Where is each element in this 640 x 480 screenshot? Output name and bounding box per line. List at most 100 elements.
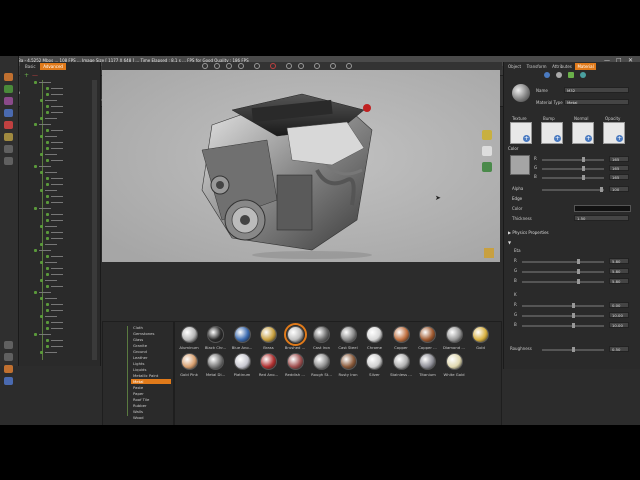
search-icon[interactable] [556,72,562,78]
tab-attributes[interactable]: Attributes [550,63,574,70]
add-map-icon[interactable]: + [554,135,561,142]
move-icon[interactable] [298,63,304,69]
material-swatch[interactable]: Titanium [416,353,440,377]
category-metal[interactable]: Metal [131,379,171,384]
tab-advanced[interactable]: Advanced [40,63,66,70]
category-granite[interactable]: Granite [133,343,147,348]
thickness-input[interactable]: 1.50 [574,215,629,221]
material-swatch[interactable]: Gold [469,326,493,350]
edge-color-swatch[interactable] [574,205,631,212]
color-b-slider[interactable] [542,175,604,180]
materials-icon[interactable] [4,97,13,105]
material-pick-icon[interactable] [568,72,574,78]
info-icon[interactable] [4,353,13,361]
category-rubber[interactable]: Rubber [133,403,147,408]
map-slot-texture[interactable]: + [510,122,532,144]
render-icon[interactable] [4,157,13,165]
globe-icon[interactable] [544,72,550,78]
color-g-slider[interactable] [542,166,604,171]
category-cloth[interactable]: Cloth [133,325,143,330]
tree-scrollbar[interactable] [92,80,97,360]
remove-node-button[interactable]: — [32,72,38,79]
tools-icon[interactable] [4,377,13,385]
scene-tree-icon[interactable] [4,73,13,81]
zoom-fit-icon[interactable] [202,63,208,69]
rotate-icon[interactable] [226,63,232,69]
physics-section-label[interactable]: ▶ Physics Properties [508,230,549,235]
add-map-icon[interactable]: + [585,135,592,142]
category-wood[interactable]: Wood [133,415,144,420]
k-g-slider[interactable] [522,313,604,318]
add-node-button[interactable]: + [24,72,29,79]
axis-tool-icon[interactable] [482,162,492,172]
map-slot-bump[interactable]: + [541,122,563,144]
alpha-slider[interactable] [542,187,604,192]
eta-r-slider[interactable] [522,259,604,264]
material-swatch[interactable]: Red Ano... [257,353,281,377]
material-swatch[interactable]: White Gold [442,353,466,377]
material-swatch[interactable]: Blue Ano... [230,326,254,350]
add-map-icon[interactable]: + [523,135,530,142]
material-swatch[interactable]: Gold Pink [177,353,201,377]
map-slot-normal[interactable]: + [572,122,594,144]
tab-material[interactable]: Material [575,63,596,70]
color-swatch[interactable] [510,155,530,175]
color-r-input[interactable]: 165 [609,156,629,162]
category-paste[interactable]: Paste [133,385,143,390]
category-glass[interactable]: Glass [133,337,143,342]
color-g-input[interactable]: 165 [609,165,629,171]
tree-node[interactable] [20,350,90,356]
material-swatch[interactable]: Black Chr... [204,326,228,350]
category-lights[interactable]: Lights [133,361,144,366]
material-swatch[interactable]: Metal Di... [204,353,228,377]
material-swatch[interactable]: Cast Steel [336,326,360,350]
material-swatch[interactable]: Chrome [363,326,387,350]
eta-b-input[interactable]: 5.80 [609,278,629,284]
physics-expand-icon[interactable]: ▼ [508,240,511,245]
material-info-icon[interactable] [580,72,586,78]
color-r-slider[interactable] [542,157,604,162]
category-metallic-paint[interactable]: Metallic Paint [133,373,158,378]
category-ground[interactable]: Ground [133,349,147,354]
k-b-input[interactable]: 10.00 [609,322,629,328]
add-map-icon[interactable]: + [616,135,623,142]
texture-icon[interactable] [4,145,13,153]
material-swatch[interactable]: Silver [363,353,387,377]
material-swatch[interactable]: Reddish ... [283,353,307,377]
category-walls[interactable]: Walls [133,409,143,414]
category-paper[interactable]: Paper [133,391,144,396]
material-swatch[interactable]: Rusty Iron [336,353,360,377]
material-swatch[interactable]: Cast Iron [310,326,334,350]
material-swatch[interactable]: Platinum [230,353,254,377]
alpha-input[interactable]: 100 [609,186,629,192]
material-swatch[interactable]: Brushed ... [283,323,307,350]
roughness-slider[interactable] [542,347,604,352]
roughness-input[interactable]: 0.50 [609,346,629,352]
material-type-select[interactable]: Metal [564,99,629,105]
category-liquids[interactable]: Liquids [133,367,146,372]
snapshot-icon[interactable] [346,63,352,69]
geometry-icon[interactable] [4,133,13,141]
nav-widget-icon[interactable] [484,248,494,258]
tab-object[interactable]: Object [506,63,523,70]
k-g-input[interactable]: 10.00 [609,312,629,318]
tab-transform[interactable]: Transform [525,63,549,70]
material-swatch[interactable]: Copper ... [416,326,440,350]
material-swatch[interactable]: Brass [257,326,281,350]
material-swatch[interactable]: Rough St... [310,353,334,377]
objects-icon[interactable] [4,85,13,93]
category-roof-tile[interactable]: Roof Tile [133,397,149,402]
render-mode-icon[interactable] [314,63,320,69]
k-b-slider[interactable] [522,323,604,328]
map-slot-opacity[interactable]: + [603,122,625,144]
material-swatch[interactable]: Diamond ... [442,326,466,350]
category-gemstones[interactable]: Gemstones [133,331,155,336]
color-b-input[interactable]: 165 [609,174,629,180]
settings-icon[interactable] [4,341,13,349]
3d-viewport[interactable]: ➤ [102,70,500,262]
k-r-slider[interactable] [522,303,604,308]
k-r-input[interactable]: 0.00 [609,302,629,308]
material-swatch[interactable]: Copper [389,326,413,350]
hand-tool-icon[interactable] [482,146,492,156]
category-leather[interactable]: Leather [133,355,148,360]
